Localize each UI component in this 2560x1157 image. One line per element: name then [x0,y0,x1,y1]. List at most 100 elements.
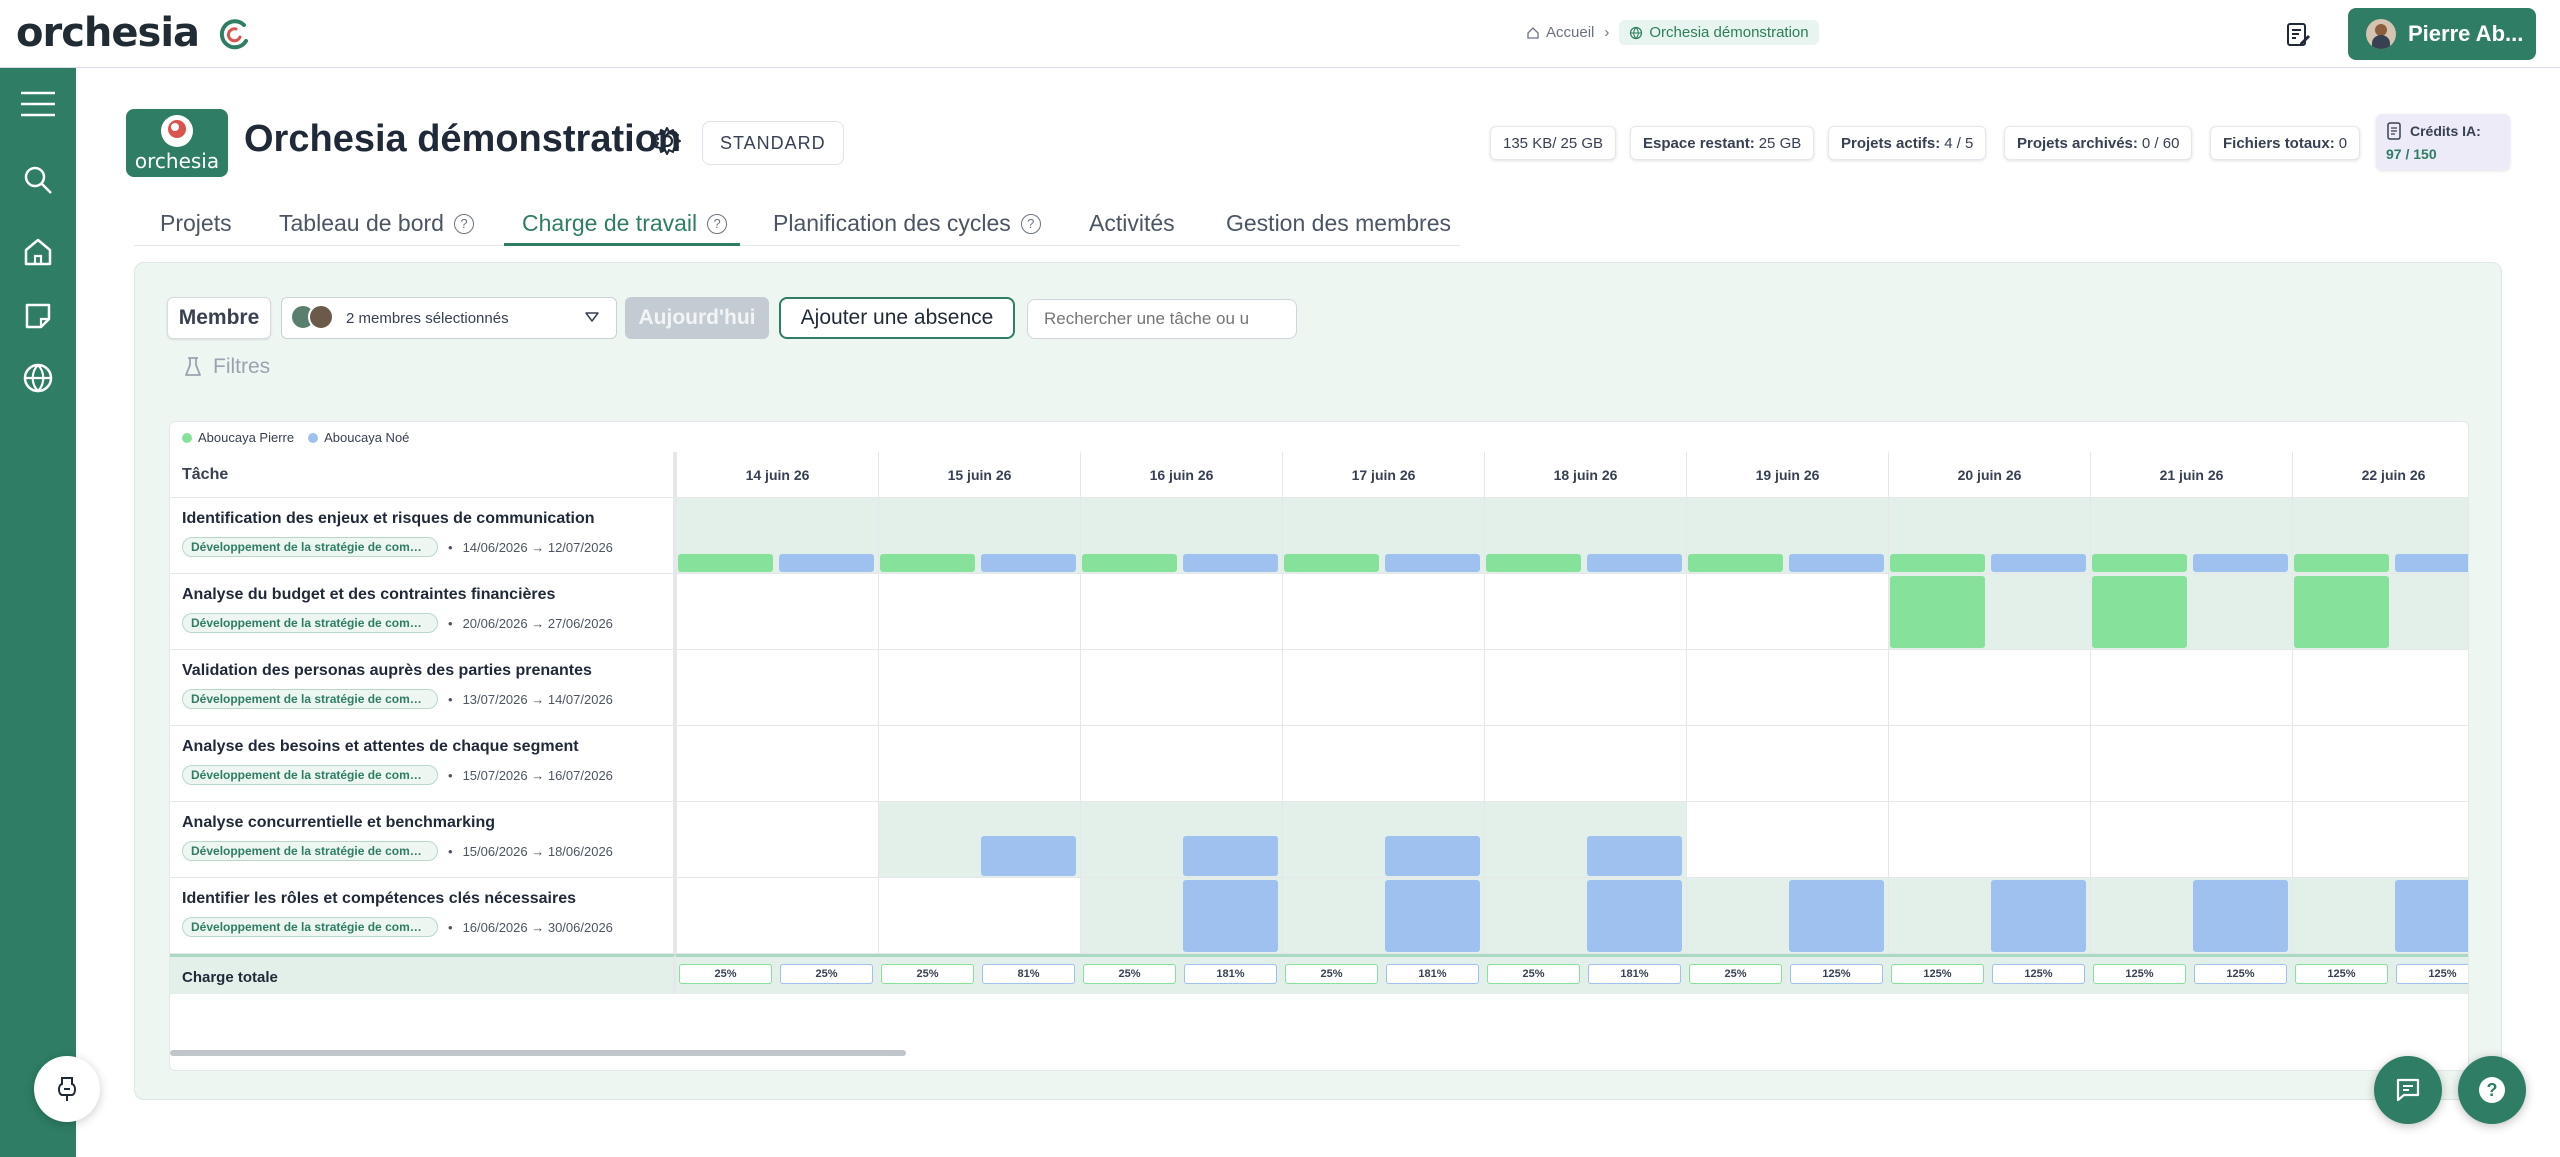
gantt-cell[interactable] [1686,802,1888,878]
sidebar-item-home[interactable] [18,232,58,272]
help-icon[interactable]: ? [1020,213,1041,234]
workload-bar-noe[interactable] [1789,880,1884,952]
help-icon[interactable]: ? [707,213,728,234]
workload-bar-noe[interactable] [1183,554,1278,572]
workload-bar-noe[interactable] [1789,554,1884,572]
horizontal-scrollbar[interactable] [170,1050,906,1056]
tab-charge-de-travail[interactable]: Charge de travail? [522,210,728,237]
workload-bar-noe[interactable] [981,836,1076,876]
member-select[interactable]: 2 membres sélectionnés [281,297,617,339]
add-absence-button[interactable]: Ajouter une absence [779,297,1015,339]
workload-bar-noe[interactable] [1587,836,1682,876]
assistant-button[interactable] [34,1056,100,1122]
workload-bar-noe[interactable] [2395,880,2468,952]
gantt-cell[interactable] [2090,650,2292,726]
workload-bar-pierre[interactable] [2092,554,2187,572]
workload-bar-pierre[interactable] [1082,554,1177,572]
workload-bar-pierre[interactable] [1486,554,1581,572]
workload-bar-noe[interactable] [1991,554,2086,572]
gantt-cell[interactable] [1282,650,1484,726]
gantt-cell[interactable] [1080,726,1282,802]
member-view-button[interactable]: Membre [167,297,271,339]
gantt-cell[interactable] [1484,726,1686,802]
task-row[interactable]: Analyse du budget et des contraintes fin… [170,574,676,650]
gantt-cell[interactable] [1080,650,1282,726]
gantt-cell[interactable] [1686,650,1888,726]
workload-bar-noe[interactable] [1385,554,1480,572]
workload-bar-noe[interactable] [1385,836,1480,876]
gantt-cell[interactable] [1484,650,1686,726]
breadcrumb-current[interactable]: Orchesia démonstration [1619,20,1819,45]
tab-planification-des-cycles[interactable]: Planification des cycles? [773,210,1041,237]
workload-bar-pierre[interactable] [2092,576,2187,648]
workload-bar-pierre[interactable] [880,554,975,572]
today-button[interactable]: Aujourd'hui [625,297,769,339]
gantt-cell[interactable] [1686,726,1888,802]
sidebar-item-globe[interactable] [18,358,58,398]
gantt-cell[interactable] [1888,650,2090,726]
task-row[interactable]: Validation des personas auprès des parti… [170,650,676,726]
gantt-cell[interactable] [878,650,1080,726]
tab-tableau-de-bord[interactable]: Tableau de bord? [279,210,474,237]
gantt-cell[interactable] [2090,726,2292,802]
menu-button[interactable] [18,84,58,124]
day-column-header: 15 juin 26 [878,452,1080,498]
filters-button[interactable]: Filtres [183,355,270,379]
help-icon[interactable]: ? [453,213,474,234]
workload-bar-noe[interactable] [1587,880,1682,952]
tab-gestion-des-membres[interactable]: Gestion des membres [1226,210,1451,237]
gantt-cell[interactable] [2292,650,2468,726]
gantt-cell[interactable] [1888,802,2090,878]
workload-bar-pierre[interactable] [678,554,773,572]
workload-bar-noe[interactable] [1991,880,2086,952]
gantt-cell[interactable] [1282,574,1484,650]
workload-bar-noe[interactable] [2193,554,2288,572]
workload-bar-pierre[interactable] [1890,554,1985,572]
chat-button[interactable] [2374,1056,2442,1124]
task-row[interactable]: Analyse des besoins et attentes de chaqu… [170,726,676,802]
workload-bar-pierre[interactable] [1890,576,1985,648]
gantt-cell[interactable] [2292,726,2468,802]
settings-button[interactable] [652,126,682,161]
workload-bar-noe[interactable] [2395,554,2468,572]
tab-activites[interactable]: Activités [1089,210,1175,237]
tab-projets[interactable]: Projets [160,210,232,237]
help-button[interactable]: ? [2458,1056,2526,1124]
gantt-cell[interactable] [2090,802,2292,878]
workload-bar-pierre[interactable] [2294,576,2389,648]
workload-bar-pierre[interactable] [1284,554,1379,572]
user-menu-button[interactable]: Pierre Ab... [2348,8,2536,60]
sidebar-item-search[interactable] [18,160,58,200]
gantt-cell[interactable] [1080,574,1282,650]
workload-bar-noe[interactable] [981,554,1076,572]
workload-bar-noe[interactable] [1183,880,1278,952]
gantt-cell[interactable] [1888,726,2090,802]
gantt-cell[interactable] [1282,726,1484,802]
sidebar-item-notes[interactable] [18,296,58,336]
workload-bar-pierre[interactable] [1688,554,1783,572]
task-row[interactable]: Analyse concurrentielle et benchmarking D… [170,802,676,878]
gantt-cell[interactable] [676,574,878,650]
gantt-cell[interactable] [878,574,1080,650]
gantt-cell[interactable] [878,726,1080,802]
gantt-cell[interactable] [878,878,1080,954]
workload-bar-noe[interactable] [1385,880,1480,952]
task-row[interactable]: Identification des enjeux et risques de … [170,498,676,574]
gantt-cell[interactable] [1484,574,1686,650]
workload-bar-noe[interactable] [1183,836,1278,876]
task-row[interactable]: Identifier les rôles et compétences clés… [170,878,676,954]
gantt-cell[interactable] [676,726,878,802]
gantt-cell[interactable] [1686,574,1888,650]
gantt-cell[interactable] [676,650,878,726]
task-search-input[interactable] [1027,299,1297,339]
gantt-cell[interactable] [676,878,878,954]
workload-bar-noe[interactable] [2193,880,2288,952]
workload-bar-noe[interactable] [779,554,874,572]
gantt-cell[interactable] [676,802,878,878]
workload-bar-noe[interactable] [1587,554,1682,572]
workload-bar-pierre[interactable] [2294,554,2389,572]
app-logo[interactable]: orchesia [16,10,252,56]
notes-button[interactable] [2276,12,2320,56]
gantt-cell[interactable] [2292,802,2468,878]
breadcrumb-home[interactable]: Accueil [1526,24,1594,41]
